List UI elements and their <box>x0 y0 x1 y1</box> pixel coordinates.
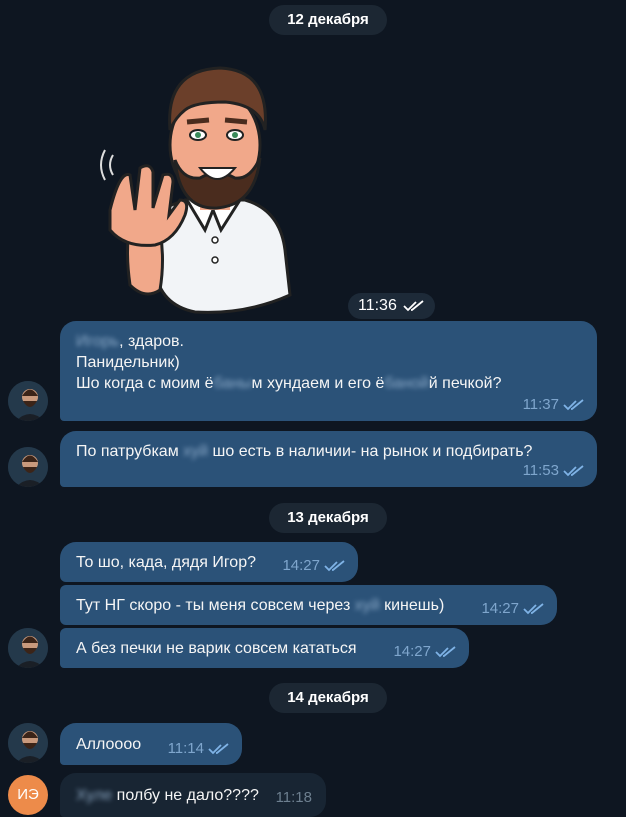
date-separator: 12 декабря <box>269 5 387 35</box>
message-text-part: й печкой? <box>428 375 502 392</box>
double-check-icon <box>563 398 584 410</box>
blurred-text: Хуле <box>76 787 113 804</box>
message-text-part: , здаров. <box>119 333 184 350</box>
message-bubble[interactable]: По патрубкам хуй шо есть в наличии- на р… <box>60 431 597 487</box>
avatar-photo-icon <box>8 723 48 763</box>
message-time: 11:37 <box>522 396 559 413</box>
message-time: 11:18 <box>275 789 312 806</box>
sticker-svg <box>100 66 292 314</box>
blurred-text: Игорь <box>76 333 120 350</box>
message-text: Игорь, здаров. <box>76 331 184 352</box>
message-text-line: Панидельник) <box>76 354 180 371</box>
date-separator: 13 декабря <box>269 503 387 533</box>
message-bubble[interactable]: Аллоооо 11:14 <box>60 723 242 765</box>
blurred-text: хуй <box>183 443 209 460</box>
double-check-icon <box>208 742 229 754</box>
date-separator: 14 декабря <box>269 683 387 713</box>
message-text-part: кинешь) <box>379 597 445 614</box>
message-text-part: По патрубкам <box>76 443 184 460</box>
double-check-icon <box>563 464 584 476</box>
message-meta: 14:27 <box>393 641 457 662</box>
avatar-photo-icon <box>8 447 48 487</box>
message-time: 14:27 <box>481 600 519 617</box>
message-meta: 11:18 <box>276 787 312 808</box>
message-meta: 14:27 <box>282 555 346 576</box>
sticker-image[interactable] <box>95 50 295 315</box>
avatar[interactable] <box>8 381 48 421</box>
message-bubble[interactable]: Игорь, здаров. Панидельник) Шо когда с м… <box>60 321 597 421</box>
message-text-part: м хундаем и его ё <box>251 375 385 392</box>
blurred-text: баной <box>384 375 429 392</box>
message-time: 11:53 <box>522 462 559 479</box>
double-check-icon <box>435 645 456 657</box>
avatar[interactable] <box>8 723 48 763</box>
sticker-time: 11:36 <box>348 293 435 319</box>
message-text: А без печки не варик совсем кататься <box>76 640 357 657</box>
message-text-part: шо есть в наличии- на рынок и подбирать? <box>208 443 533 460</box>
sticker-time-label: 11:36 <box>358 297 397 314</box>
contact-avatar[interactable]: ИЭ <box>8 775 48 815</box>
avatar-photo-icon <box>8 381 48 421</box>
avatar-photo-icon <box>8 628 48 668</box>
message-meta: 11:37 <box>523 394 585 415</box>
message-meta: 11:14 <box>168 738 230 759</box>
blurred-text: баны <box>213 375 252 392</box>
message-bubble[interactable]: Тут НГ скоро - ты меня совсем через хуй … <box>60 585 557 625</box>
message-time: 14:27 <box>282 557 320 574</box>
message-text-part: Тут НГ скоро - ты меня совсем через <box>76 597 355 614</box>
message-time: 14:27 <box>393 643 431 660</box>
message-text: Тут НГ скоро - ты меня совсем через хуй … <box>76 595 444 616</box>
message-meta: 11:53 <box>523 460 585 481</box>
message-meta: 14:27 <box>481 598 545 619</box>
double-check-icon <box>324 559 345 571</box>
message-time: 11:14 <box>167 740 204 757</box>
message-text-part: полбу не дало???? <box>112 787 259 804</box>
message-text: То шо, када, дядя Игор? <box>76 554 256 571</box>
message-text: По патрубкам хуй шо есть в наличии- на р… <box>76 441 532 462</box>
avatar[interactable] <box>8 628 48 668</box>
message-text: Аллоооо <box>76 736 142 753</box>
message-bubble[interactable]: То шо, када, дядя Игор? 14:27 <box>60 542 358 582</box>
message-text-line: Шо когда с моим ёбаным хундаем и его ёба… <box>76 373 501 394</box>
avatar[interactable] <box>8 447 48 487</box>
message-text: Хуле полбу не дало???? <box>76 785 259 806</box>
double-check-icon <box>523 602 544 614</box>
message-bubble[interactable]: А без печки не варик совсем кататься 14:… <box>60 628 469 668</box>
blurred-text: хуй <box>354 597 380 614</box>
message-text-part: Шо когда с моим ё <box>76 375 214 392</box>
incoming-message-bubble[interactable]: Хуле полбу не дало???? 11:18 <box>60 773 326 817</box>
double-check-icon <box>403 300 424 312</box>
